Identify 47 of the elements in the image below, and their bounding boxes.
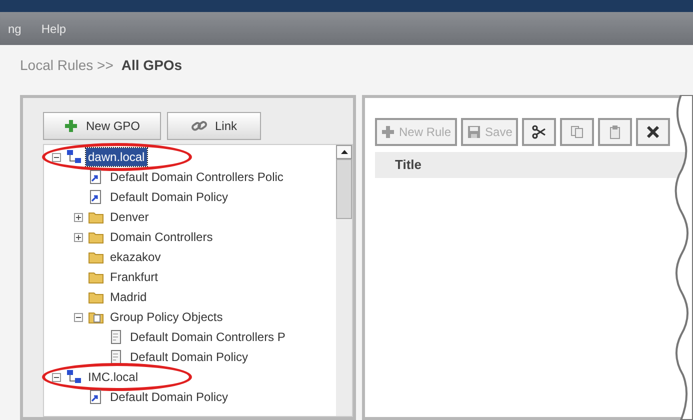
tree-item[interactable]: IMC.local [86,368,140,386]
folder-icon [88,290,104,304]
tree-item[interactable]: Madrid [108,288,149,306]
folder-icon [88,250,104,264]
column-header[interactable]: Title [395,155,422,175]
expand-icon[interactable] [74,232,82,242]
tree-item[interactable]: Default Domain Policy [108,388,230,406]
link-button[interactable]: Link [167,112,261,140]
tree-item[interactable]: Domain Controllers [108,228,215,246]
chain-link-icon [190,119,207,133]
tree-item[interactable]: Frankfurt [108,268,160,286]
tree-item[interactable]: dawn.local [86,148,147,166]
document-icon [108,349,124,365]
plus-icon [381,125,395,139]
policy-shortcut-icon [88,389,104,405]
scrollbar[interactable] [336,145,352,416]
network-domain-icon [66,149,82,165]
document-icon [108,329,124,345]
tree-item[interactable]: Default Domain Policy [108,188,230,206]
folder-document-icon [88,310,104,324]
clipboard-icon [608,125,622,139]
tree-item[interactable]: Default Domain Controllers P [128,328,288,346]
new-gpo-button[interactable]: New GPO [43,112,161,140]
x-icon [646,125,660,139]
collapse-icon[interactable] [52,152,60,162]
tree-item[interactable]: Default Domain Controllers Polic [108,168,286,186]
cut-button[interactable] [522,118,556,146]
network-domain-icon [66,369,82,385]
policy-shortcut-icon [88,169,104,185]
tree-item[interactable]: Group Policy Objects [108,308,225,326]
tree-item[interactable]: Default Domain Policy [128,348,250,366]
delete-button[interactable] [636,118,670,146]
folder-icon [88,270,104,284]
policy-shortcut-icon [88,189,104,205]
tree-item[interactable]: Denver [108,208,151,226]
plus-icon [64,119,78,133]
folder-icon [88,210,104,224]
folder-icon [88,230,104,244]
scroll-up-icon[interactable] [340,150,348,154]
expand-icon[interactable] [74,212,82,222]
collapse-icon[interactable] [74,312,82,322]
copy-icon [570,125,584,139]
collapse-icon[interactable] [52,372,60,382]
scissors-icon [532,125,546,139]
scroll-thumb[interactable] [336,159,352,219]
tree-item[interactable]: ekazakov [108,248,163,266]
breadcrumb-current: All GPOs [121,56,182,74]
